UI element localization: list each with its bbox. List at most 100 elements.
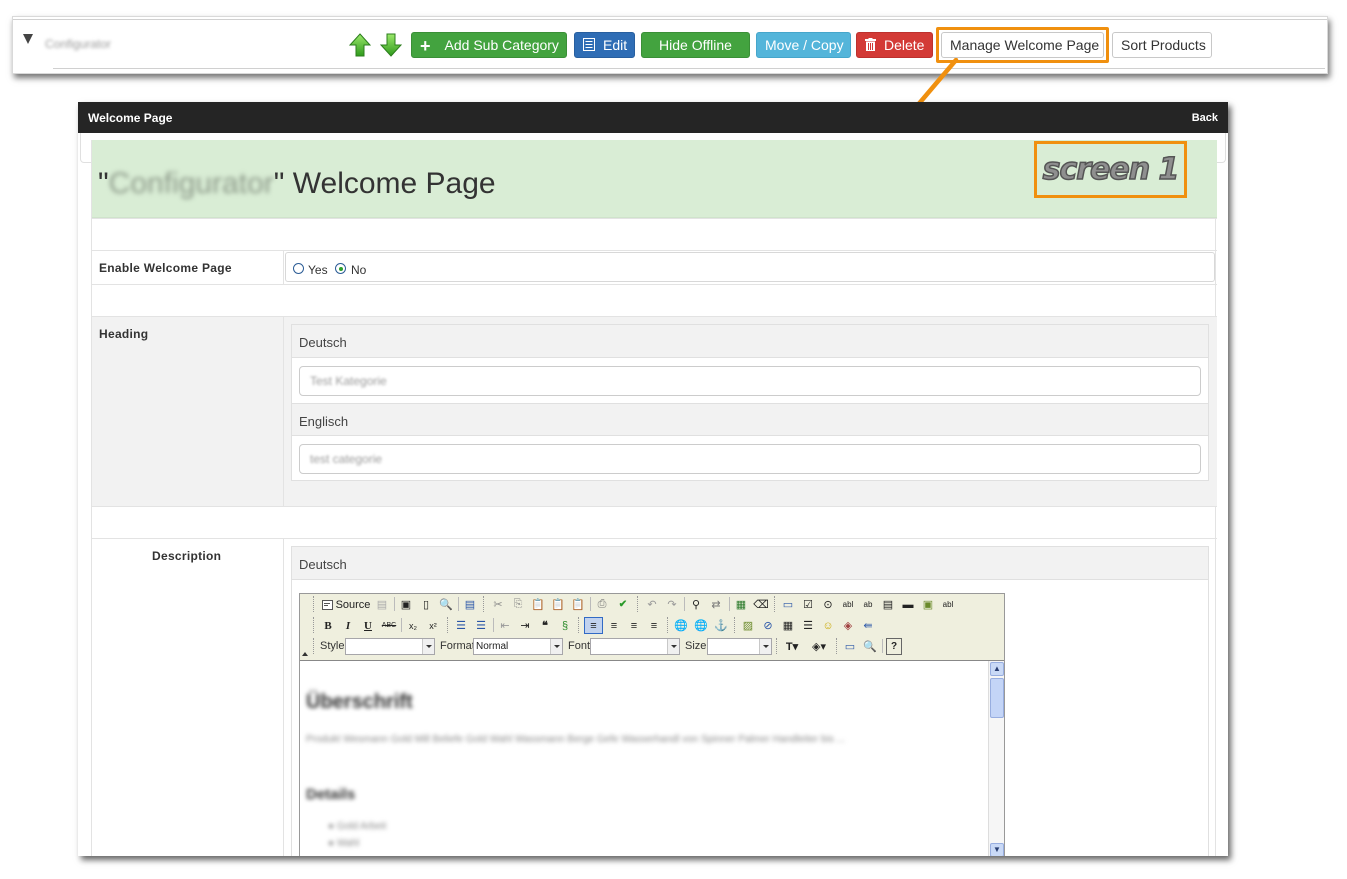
edit-button[interactable]: Edit (574, 32, 635, 58)
text-color-icon[interactable]: T▾ (781, 638, 803, 655)
chevron-down-icon (422, 639, 434, 654)
page-break-icon[interactable]: ⇚ (860, 617, 876, 634)
bold-icon[interactable]: B (320, 617, 336, 634)
show-blocks-icon[interactable]: 🔍 (862, 638, 878, 655)
page-hero: "Configurator" Welcome Page screen 1 (92, 140, 1217, 218)
heading-input-deutsch[interactable]: Test Kategorie (299, 366, 1201, 396)
spacer-row (92, 506, 1217, 538)
back-link[interactable]: Back (1192, 112, 1218, 124)
unlink-icon[interactable]: 🌐 (693, 617, 709, 634)
add-sub-category-button[interactable]: + Add Sub Category (411, 32, 567, 58)
strikethrough-icon[interactable]: ABC (380, 617, 398, 634)
hide-offline-button[interactable]: Hide Offline (641, 32, 750, 58)
spacer-row (92, 284, 1217, 316)
replace-icon[interactable]: ⇄ (708, 596, 724, 613)
align-left-icon[interactable]: ≡ (584, 617, 603, 634)
editor-content-area[interactable]: Überschrift Produkt Wesmann Gold Mill Be… (300, 660, 1004, 856)
format-select[interactable]: Normal (473, 638, 563, 655)
radio-no[interactable] (335, 263, 346, 274)
table-icon[interactable]: ▦ (780, 617, 796, 634)
maximize-icon[interactable]: ▭ (842, 638, 858, 655)
align-center-icon[interactable]: ≡ (606, 617, 622, 634)
source-button[interactable]: Source (320, 596, 372, 613)
move-up-button[interactable] (348, 33, 372, 57)
checkbox-icon[interactable]: ☑ (800, 596, 816, 613)
undo-icon[interactable]: ↶ (644, 596, 660, 613)
toolbar-collapse-icon[interactable] (302, 652, 308, 656)
horizontal-rule-icon[interactable]: ☰ (800, 617, 816, 634)
document-icon[interactable]: ▤ (462, 596, 478, 613)
link-icon[interactable]: 🌐 (673, 617, 689, 634)
select-all-icon[interactable]: ▦ (733, 596, 749, 613)
find-icon[interactable]: ⚲ (688, 596, 704, 613)
indent-icon[interactable]: ⇥ (517, 617, 533, 634)
flash-icon[interactable]: ⊘ (760, 617, 776, 634)
heading-input-englisch[interactable]: test categorie (299, 444, 1201, 474)
templates-icon[interactable]: ▤ (374, 596, 390, 613)
image-icon[interactable]: ▨ (740, 617, 756, 634)
help-icon[interactable]: ? (886, 638, 902, 655)
save-icon[interactable]: ▣ (398, 596, 414, 613)
description-row: Description Deutsch Source ▤ ▣ ▯ 🔍 ▤ ✂ ⎘… (92, 538, 1217, 856)
size-select[interactable] (707, 638, 772, 655)
preview-icon[interactable]: 🔍 (438, 596, 454, 613)
scroll-up-icon[interactable]: ▲ (990, 662, 1004, 676)
style-select[interactable] (345, 638, 435, 655)
align-right-icon[interactable]: ≡ (626, 617, 642, 634)
collapse-toggle-icon[interactable] (23, 34, 33, 44)
delete-button[interactable]: Delete (856, 32, 933, 58)
divider (53, 68, 1325, 69)
remove-format-icon[interactable]: ⌫ (753, 596, 769, 613)
scroll-down-icon[interactable]: ▼ (990, 843, 1004, 856)
cut-icon[interactable]: ✂ (490, 596, 506, 613)
special-char-icon[interactable]: ◈ (840, 617, 856, 634)
radio-yes[interactable] (293, 263, 304, 274)
image-button-icon[interactable]: ▣ (920, 596, 936, 613)
screen-annotation: screen 1 (1034, 141, 1187, 198)
spacer-row (92, 218, 1217, 250)
editor-scrollbar[interactable]: ▲ ▼ (988, 661, 1004, 856)
superscript-icon[interactable]: x² (425, 617, 441, 634)
blockquote-icon[interactable]: ❝ (537, 617, 553, 634)
select-field-icon[interactable]: ▤ (880, 596, 896, 613)
paste-word-icon[interactable]: 📋 (570, 596, 586, 613)
paste-text-icon[interactable]: 📋 (550, 596, 566, 613)
textfield-icon[interactable]: abl (840, 596, 856, 613)
new-page-icon[interactable]: ▯ (418, 596, 434, 613)
textarea-icon[interactable]: ab (860, 596, 876, 613)
move-down-button[interactable] (379, 33, 403, 57)
radio-no-label: No (351, 263, 367, 277)
copy-icon[interactable]: ⎘ (510, 596, 526, 613)
plus-icon: + (420, 36, 431, 57)
numbered-list-icon[interactable]: ☰ (453, 617, 469, 634)
language-header-deutsch: Deutsch (292, 547, 1208, 580)
background-color-icon[interactable]: ◈▾ (807, 638, 831, 655)
category-name: Configurator (108, 167, 274, 200)
align-justify-icon[interactable]: ≡ (646, 617, 662, 634)
smiley-icon[interactable]: ☺ (820, 617, 836, 634)
scroll-thumb[interactable] (990, 678, 1004, 718)
anchor-icon[interactable]: ⚓ (713, 617, 729, 634)
paste-icon[interactable]: 📋 (530, 596, 546, 613)
hidden-field-icon[interactable]: abl (940, 596, 956, 613)
bulleted-list-icon[interactable]: ☰ (473, 617, 489, 634)
subscript-icon[interactable]: x₂ (405, 617, 421, 634)
outdent-icon[interactable]: ⇤ (497, 617, 513, 634)
redo-icon[interactable]: ↷ (664, 596, 680, 613)
italic-icon[interactable]: I (340, 617, 356, 634)
enable-radio-group: Yes No (285, 252, 1215, 282)
editor-toolbar-row-3: Style Format Normal Font Size T▾ ◈▾ ▭ � (300, 636, 1004, 657)
spellcheck-icon[interactable]: ✔ (614, 596, 632, 613)
radio-icon[interactable]: ⊙ (820, 596, 836, 613)
button-field-icon[interactable]: ▬ (900, 596, 916, 613)
arrow-down-icon (379, 33, 403, 57)
underline-icon[interactable]: U (360, 617, 376, 634)
print-icon[interactable]: ⎙ (594, 596, 610, 613)
font-select[interactable] (590, 638, 680, 655)
sort-products-button[interactable]: Sort Products (1112, 32, 1212, 58)
format-label: Format (440, 640, 475, 652)
form-icon[interactable]: ▭ (780, 596, 796, 613)
move-copy-button[interactable]: Move / Copy (756, 32, 851, 58)
font-label: Font (568, 640, 591, 652)
div-container-icon[interactable]: § (557, 617, 573, 634)
